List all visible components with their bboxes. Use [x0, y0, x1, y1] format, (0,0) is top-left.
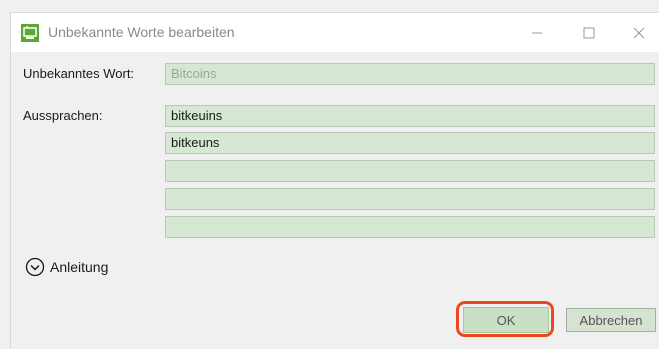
pronunciations-label: Aussprachen:	[23, 108, 103, 123]
guide-label: Anleitung	[50, 259, 109, 275]
edit-unknown-words-dialog: Unbekannte Worte bearbeiten Unbekanntes …	[0, 0, 659, 349]
ok-button[interactable]: OK	[463, 307, 549, 333]
pronunciation-input-5[interactable]	[165, 216, 655, 238]
guide-toggle[interactable]: Anleitung	[25, 257, 108, 277]
unknown-word-field: Bitcoins	[165, 63, 655, 85]
unknown-word-label: Unbekanntes Wort:	[23, 66, 135, 81]
maximize-button[interactable]	[566, 13, 612, 53]
pronunciation-input-1[interactable]: bitkeuins	[165, 105, 655, 127]
app-icon	[21, 24, 39, 42]
pronunciation-input-2[interactable]: bitkeuns	[165, 132, 655, 154]
minimize-icon	[532, 32, 542, 34]
pronunciation-input-3[interactable]	[165, 160, 655, 182]
close-button[interactable]	[616, 13, 659, 53]
title-bar[interactable]: Unbekannte Worte bearbeiten	[10, 12, 659, 52]
chevron-down-circle-icon	[25, 257, 45, 277]
cancel-button[interactable]: Abbrechen	[566, 308, 656, 332]
pronunciation-input-4[interactable]	[165, 188, 655, 210]
minimize-button[interactable]	[514, 13, 560, 53]
close-icon	[633, 27, 645, 39]
dialog-body: Unbekanntes Wort: Bitcoins Aussprachen: …	[10, 52, 659, 349]
window-title: Unbekannte Worte bearbeiten	[48, 24, 235, 40]
maximize-icon	[583, 27, 595, 39]
